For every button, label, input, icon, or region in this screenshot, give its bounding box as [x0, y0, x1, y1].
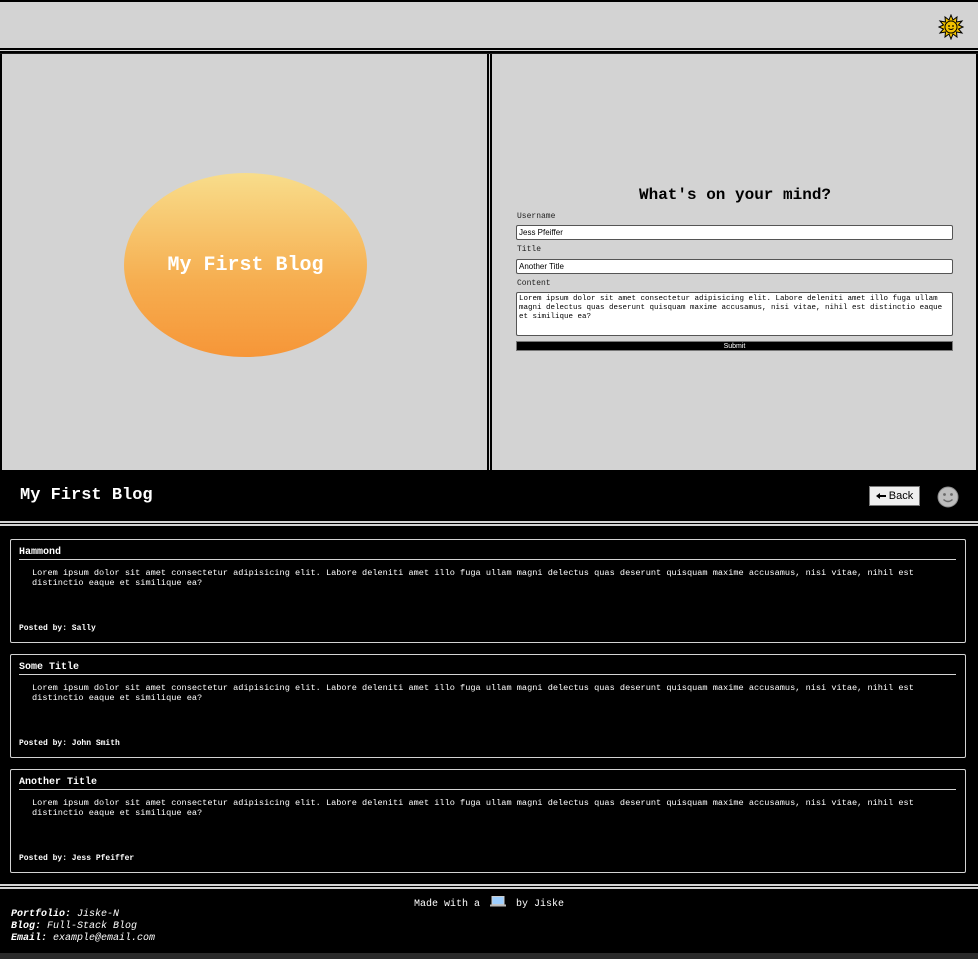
- post-title: Some Title: [19, 662, 956, 675]
- top-header-bar: [0, 0, 978, 50]
- arrow-left-icon: [875, 493, 886, 499]
- blog-title: My First Blog: [20, 486, 153, 505]
- back-button[interactable]: Back: [869, 486, 920, 506]
- made-with-line: Made with a by Jiske: [0, 896, 978, 910]
- blog-header: My First Blog: [0, 470, 978, 521]
- hero-title: My First Blog: [167, 253, 324, 277]
- submit-button[interactable]: Submit: [516, 341, 953, 351]
- portfolio-link[interactable]: Jiske-N: [77, 909, 119, 920]
- post-title: Hammond: [19, 547, 956, 560]
- post-author: Posted by: Sally: [19, 624, 96, 633]
- made-prefix: Made with a: [413, 899, 480, 910]
- email-line: Email: example@email.com: [11, 933, 155, 944]
- post-body: Lorem ipsum dolor sit amet consectetur a…: [32, 683, 914, 703]
- title-field[interactable]: Another Title: [516, 259, 953, 274]
- post-card[interactable]: Some Title Lorem ipsum dolor sit amet co…: [10, 654, 966, 758]
- post-card[interactable]: Hammond Lorem ipsum dolor sit amet conse…: [10, 539, 966, 643]
- post-card[interactable]: Another Title Lorem ipsum dolor sit amet…: [10, 769, 966, 873]
- portfolio-label: Portfolio:: [11, 909, 72, 920]
- email-link[interactable]: example@email.com: [53, 933, 155, 944]
- post-author: Posted by: John Smith: [19, 739, 120, 748]
- posts-list: Hammond Lorem ipsum dolor sit amet conse…: [0, 526, 978, 884]
- username-label: Username: [517, 212, 556, 221]
- form-heading: What's on your mind?: [638, 186, 832, 204]
- content-textarea[interactable]: Lorem ipsum dolor sit amet consectetur a…: [516, 292, 953, 336]
- post-body: Lorem ipsum dolor sit amet consectetur a…: [32, 798, 914, 818]
- content-label: Content: [517, 279, 551, 288]
- email-label: Email:: [11, 933, 48, 944]
- portfolio-line: Portfolio: Jiske-N: [11, 909, 119, 920]
- sun-icon[interactable]: [938, 14, 964, 40]
- blog-title-oval[interactable]: My First Blog: [124, 173, 367, 357]
- blog-label: Blog:: [11, 921, 42, 932]
- page-bottom-strip: [0, 953, 978, 959]
- footer: Made with a by Jiske Portfolio: Jiske-N …: [0, 889, 978, 953]
- moon-icon[interactable]: [937, 486, 959, 508]
- post-title: Another Title: [19, 777, 956, 790]
- header-divider: [0, 48, 978, 53]
- username-field[interactable]: Jess Pfeiffer: [516, 225, 953, 240]
- hero-pane: My First Blog: [0, 54, 487, 470]
- blog-line: Blog: Full-Stack Blog: [11, 921, 137, 932]
- laptop-icon: [490, 896, 506, 907]
- back-label: Back: [888, 490, 914, 502]
- post-author: Posted by: Jess Pfeiffer: [19, 854, 135, 863]
- blog-link[interactable]: Full-Stack Blog: [47, 921, 137, 932]
- made-suffix: by Jiske: [516, 899, 565, 910]
- post-form-pane: What's on your mind? Username Jess Pfeif…: [492, 54, 978, 470]
- title-label: Title: [517, 245, 542, 254]
- post-body: Lorem ipsum dolor sit amet consectetur a…: [32, 568, 914, 588]
